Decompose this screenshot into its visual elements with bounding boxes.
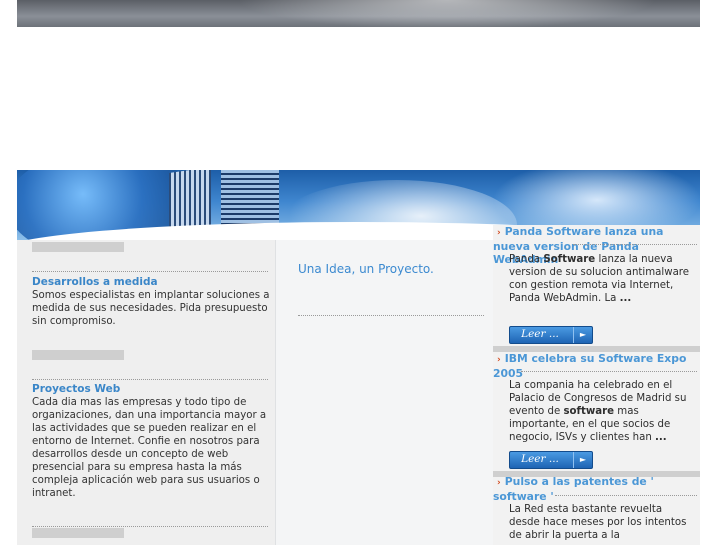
section-tab: [32, 350, 124, 360]
page-frame: Desarrollos a medida Somos especialistas…: [17, 0, 700, 545]
divider: [573, 244, 697, 245]
arrow-right-icon: ►: [573, 452, 592, 468]
news-item-title[interactable]: › IBM celebra su Software Expo 2005: [493, 352, 700, 380]
news-item-summary: La Red esta bastante revuelta desde hace…: [509, 504, 687, 541]
divider: [32, 271, 268, 272]
divider: [32, 379, 268, 380]
bullet-arrow-icon: ›: [497, 355, 501, 365]
bullet-arrow-icon: ›: [497, 228, 501, 238]
read-more-label: Leer ...: [521, 328, 559, 340]
read-more-button[interactable]: Leer ... ►: [509, 451, 593, 469]
arrow-right-icon: ►: [573, 327, 592, 343]
section-tab: [32, 242, 124, 252]
news-item-summary: Panda Software lanza la nueva version de…: [509, 254, 690, 304]
news-item-title[interactable]: › Pulso a las patentes de ' software ': [493, 475, 663, 503]
section-title-desarrollos[interactable]: Desarrollos a medida: [32, 276, 158, 288]
divider: [32, 526, 268, 527]
read-more-button[interactable]: Leer ... ►: [509, 326, 593, 344]
divider: [521, 371, 697, 372]
bullet-arrow-icon: ›: [497, 478, 501, 488]
slogan-text: Una Idea, un Proyecto.: [298, 262, 434, 276]
top-header-bar: [17, 0, 700, 27]
news-item-summary: La compania ha celebrado en el Palacio d…: [509, 380, 687, 443]
news-column: › Panda Software lanza una nueva version …: [493, 225, 700, 545]
section-title-proyectos-web[interactable]: Proyectos Web: [32, 383, 120, 395]
left-column: Desarrollos a medida Somos especialistas…: [17, 240, 275, 545]
section-tab: [32, 528, 124, 538]
section-text-proyectos-web: Cada dia mas las empresas y todo tipo de…: [32, 397, 267, 499]
section-text-desarrollos: Somos especialistas en implantar solucio…: [32, 290, 270, 327]
middle-column: Una Idea, un Proyecto.: [275, 240, 495, 545]
divider: [298, 315, 484, 316]
divider: [555, 495, 697, 496]
read-more-label: Leer ...: [521, 453, 559, 465]
